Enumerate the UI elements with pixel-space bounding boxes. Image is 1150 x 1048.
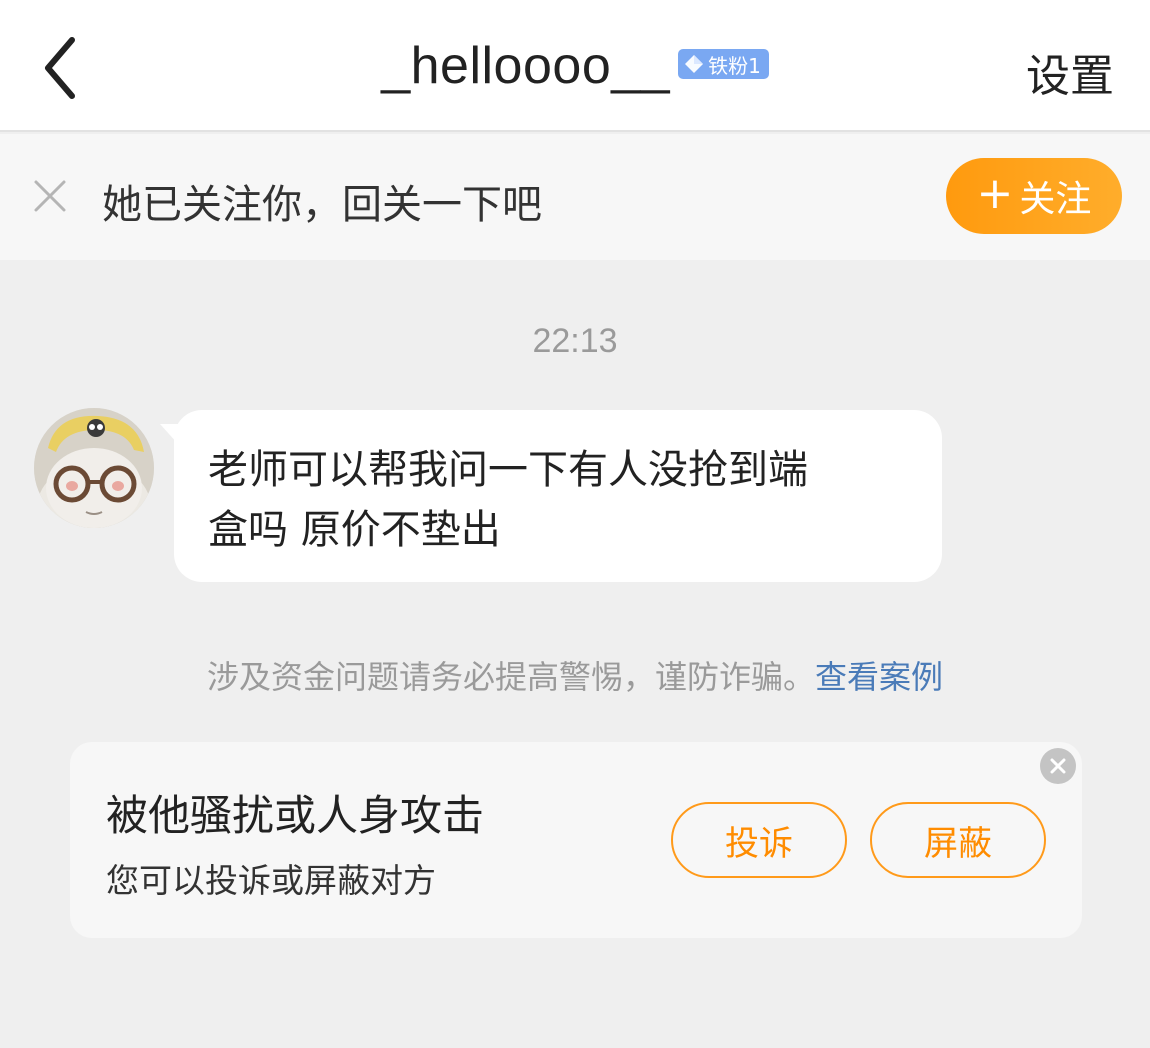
chat-title[interactable]: _helloooo__ 铁粉1 [381, 36, 769, 96]
close-follow-bar-button[interactable] [30, 176, 70, 216]
report-card-subtitle: 您可以投诉或屏蔽对方 [106, 861, 436, 900]
settings-button[interactable]: 设置 [1026, 40, 1114, 104]
chevron-left-icon [45, 37, 75, 99]
top-nav-bar: _helloooo__ 铁粉1 设置 [0, 0, 1150, 132]
diamond-icon [685, 55, 704, 73]
fan-badge-label: 铁粉1 [708, 53, 761, 78]
message-line: 盒吗 原价不垫出 [208, 507, 501, 553]
view-cases-link[interactable]: 查看案例 [815, 658, 943, 696]
follow-button-label: 关注 [1019, 179, 1092, 220]
avatar[interactable] [34, 408, 154, 528]
message-bubble[interactable]: 老师可以帮我问一下有人没抢到端 盒吗 原价不垫出 [174, 410, 942, 582]
block-button[interactable]: 屏蔽 [870, 802, 1046, 878]
close-report-card-button[interactable] [1040, 748, 1076, 784]
username-title: _helloooo__ [381, 37, 671, 95]
fan-level-badge: 铁粉1 [678, 49, 769, 79]
follow-button[interactable]: + 关注 [946, 158, 1122, 234]
close-icon [34, 180, 66, 212]
fraud-warning: 涉及资金问题请务必提高警惕，谨防诈骗。查看案例 [0, 652, 1150, 698]
avatar-image [34, 408, 154, 528]
fraud-warning-text: 涉及资金问题请务必提高警惕，谨防诈骗。 [206, 658, 815, 696]
follow-back-message: 她已关注你，回关一下吧 [102, 182, 542, 228]
back-button[interactable] [30, 36, 90, 100]
report-card-title: 被他骚扰或人身攻击 [106, 791, 485, 840]
message-line: 老师可以帮我问一下有人没抢到端 [208, 447, 808, 493]
plus-icon: + [976, 168, 1014, 219]
message-timestamp: 22:13 [532, 322, 618, 360]
close-icon [1050, 758, 1066, 774]
complain-button[interactable]: 投诉 [671, 802, 847, 878]
